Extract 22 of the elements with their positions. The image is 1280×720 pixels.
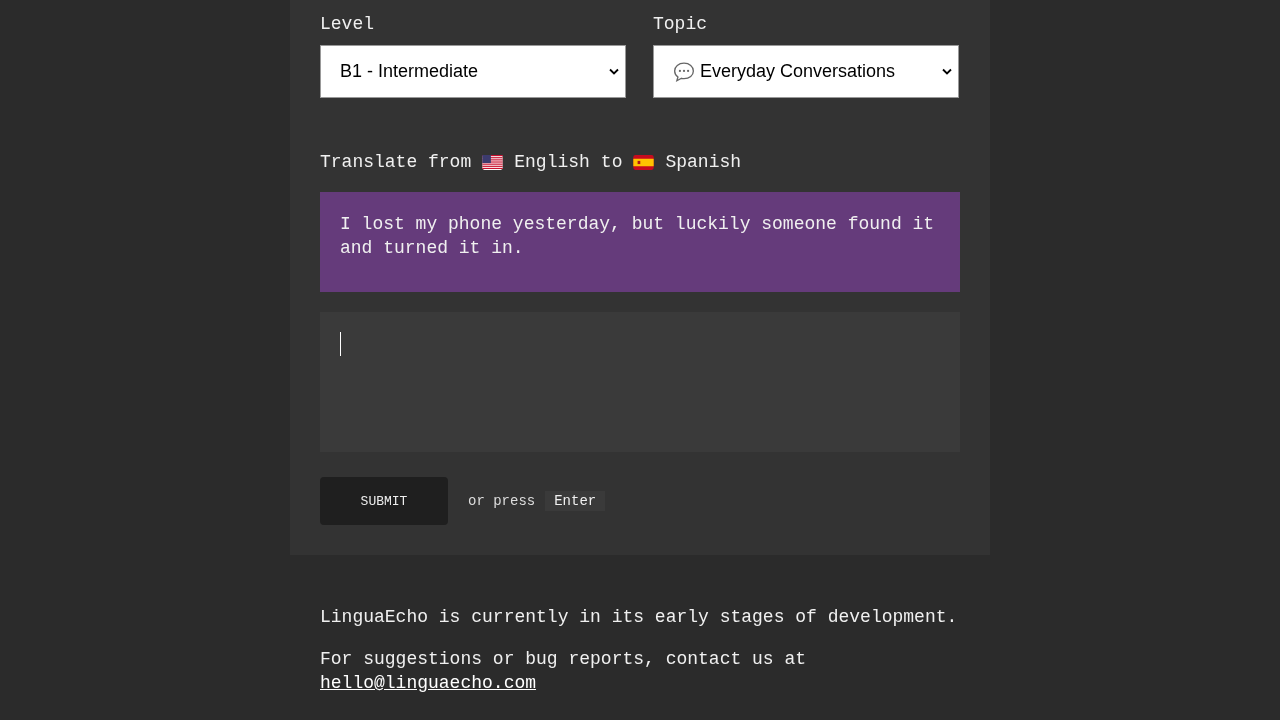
key-label: Enter	[545, 491, 606, 511]
email-link[interactable]: hello@linguaecho.com	[320, 673, 537, 693]
source-sentence: I lost my phone yesterday, but luckily someone found it and turned it in.	[320, 192, 960, 292]
submit-button[interactable]: SUBMIT	[320, 477, 448, 525]
field-label: Topic	[653, 13, 708, 35]
flag-icon	[633, 154, 655, 170]
chevron-down-icon	[942, 68, 952, 75]
field-label: Level	[320, 13, 375, 35]
language-name: English	[514, 152, 590, 172]
flag-icon	[482, 154, 504, 170]
prompt-text: Translate from	[320, 152, 472, 172]
text-cursor	[340, 332, 341, 356]
chevron-down-icon	[609, 68, 619, 75]
hint-text: or press	[468, 493, 536, 509]
contact-text: For suggestions or bug reports, contact us at	[320, 649, 807, 669]
prompt-text: to	[600, 152, 623, 172]
select-field[interactable]: B1 - Intermediate	[320, 45, 626, 98]
language-name: Spanish	[665, 152, 742, 172]
answer-box[interactable]	[320, 312, 960, 452]
notice-text: LinguaEcho is currently in its early stages of development.	[320, 606, 959, 629]
select-field[interactable]: Everyday Conversations	[653, 45, 959, 98]
speech-bubble-icon	[673, 60, 695, 83]
